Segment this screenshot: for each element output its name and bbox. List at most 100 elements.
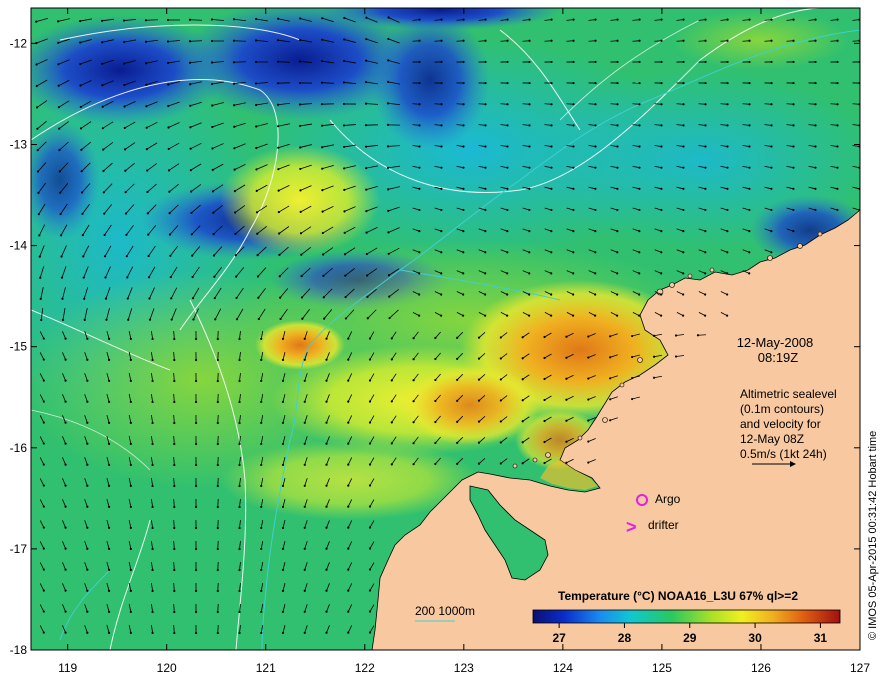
velocity-arrow-head-icon [543, 377, 546, 381]
velocity-arrow-head-icon [770, 208, 773, 212]
velocity-arrow-head-icon [299, 189, 302, 192]
velocity-arrow-head-icon [129, 337, 132, 341]
velocity-arrow-head-icon [129, 421, 132, 425]
velocity-arrow-head-icon [86, 463, 89, 466]
lon-tick-label: 124 [553, 661, 573, 675]
velocity-arrow-head-icon [320, 81, 324, 84]
velocity-arrow-head-icon [42, 358, 45, 361]
velocity-arrow-head-icon [151, 547, 154, 551]
velocity-arrow-head-icon [528, 39, 531, 42]
velocity-arrow-head-icon [550, 208, 553, 212]
velocity-arrow-head-icon [107, 400, 111, 403]
velocity-arrow-head-icon [550, 251, 553, 254]
velocity-arrow-head-icon [704, 103, 707, 106]
velocity-arrow-head-icon [64, 337, 67, 340]
velocity-arrow-head-icon [616, 187, 619, 190]
velocity-arrow-head-icon [194, 421, 198, 425]
velocity-arrow-head-icon [210, 82, 214, 86]
velocity-arrow-head-icon [770, 39, 773, 42]
velocity-arrow-head-icon [659, 314, 663, 317]
velocity-arrow-head-icon [368, 400, 372, 403]
velocity-arrow-head-icon [58, 170, 61, 173]
velocity-arrow-head-icon [303, 589, 306, 592]
velocity-arrow-head-icon [233, 168, 236, 171]
velocity-arrow-head-icon [39, 297, 42, 300]
velocity-arrow-head-icon [123, 62, 126, 65]
lat-tick-label: -12 [10, 36, 28, 50]
velocity-arrow-head-icon [101, 127, 105, 130]
velocity-arrow-head-icon [102, 169, 105, 173]
velocity-arrow-head-icon [521, 357, 524, 360]
velocity-arrow-head-icon [151, 400, 154, 404]
velocity-arrow-head-icon [260, 610, 263, 614]
velocity-arrow-head-icon [440, 124, 443, 127]
velocity-arrow-head-icon [477, 357, 481, 360]
velocity-arrow-head-icon [343, 253, 347, 256]
velocity-arrow-head-icon [173, 505, 176, 509]
velocity-arrow-head-icon [572, 39, 575, 42]
velocity-arrow-head-icon [151, 610, 154, 614]
velocity-arrow-icon [233, 40, 247, 42]
velocity-arrow-head-icon [342, 81, 346, 84]
velocity-arrow-head-icon [347, 484, 350, 487]
velocity-arrow-head-icon [484, 208, 487, 212]
velocity-arrow-head-icon [79, 105, 82, 109]
velocity-arrow-head-icon [674, 334, 678, 337]
velocity-arrow-head-icon [277, 125, 280, 128]
velocity-arrow-head-icon [528, 166, 531, 169]
velocity-arrow-head-icon [387, 252, 390, 255]
velocity-arrow-head-icon [173, 547, 176, 551]
velocity-arrow-head-icon [347, 400, 350, 403]
velocity-arrow-head-icon [682, 39, 685, 42]
velocity-arrow-head-icon [587, 461, 590, 464]
velocity-arrow-head-icon [365, 38, 368, 41]
velocity-arrow-head-icon [86, 484, 89, 487]
velocity-arrow-head-icon [216, 421, 219, 425]
velocity-arrow-head-icon [418, 293, 421, 296]
velocity-arrow-head-icon [168, 190, 171, 193]
velocity-arrow-head-icon [216, 589, 219, 593]
velocity-arrow-head-icon [638, 272, 641, 275]
velocity-arrow-head-icon [190, 233, 193, 236]
velocity-arrow-head-icon [521, 378, 524, 381]
velocity-arrow-head-icon [60, 276, 64, 279]
velocity-arrow-head-icon [748, 187, 751, 190]
velocity-arrow-head-icon [64, 568, 67, 571]
velocity-arrow-head-icon [726, 39, 729, 42]
velocity-arrow-head-icon [168, 212, 171, 215]
velocity-arrow-head-icon [462, 166, 465, 169]
velocity-arrow-head-icon [572, 60, 575, 64]
altimetry-line-4: 12-May 08Z [740, 432, 804, 446]
velocity-arrow-head-icon [543, 440, 546, 444]
velocity-arrow-head-icon [440, 272, 443, 275]
velocity-arrow-head-icon [194, 463, 198, 467]
velocity-arrow-head-icon [257, 296, 260, 299]
velocity-arrow-head-icon [343, 188, 346, 192]
velocity-arrow-head-icon [86, 337, 89, 340]
velocity-arrow-head-icon [194, 568, 198, 572]
velocity-arrow-head-icon [703, 314, 707, 317]
velocity-arrow-head-icon [342, 59, 346, 63]
velocity-arrow-head-icon [660, 145, 663, 148]
velocity-arrow-head-icon [325, 358, 328, 361]
velocity-arrow-head-icon [528, 251, 531, 254]
velocity-arrow-head-icon [388, 295, 391, 298]
velocity-arrow-head-icon [124, 212, 128, 215]
velocity-arrow-head-icon [748, 81, 751, 85]
velocity-arrow-head-icon [103, 212, 106, 215]
velocity-arrow-head-icon [238, 505, 241, 509]
velocity-arrow-head-icon [412, 442, 415, 445]
velocity-arrow-head-icon [770, 81, 773, 85]
velocity-arrow-head-icon [129, 589, 132, 593]
velocity-arrow-head-icon [260, 547, 263, 551]
velocity-arrow-head-icon [343, 167, 346, 170]
velocity-arrow-head-icon [320, 124, 324, 127]
velocity-arrow-head-icon [167, 126, 170, 129]
velocity-arrow-head-icon [616, 124, 619, 127]
lat-tick-label: -16 [10, 441, 28, 455]
velocity-arrow-head-icon [210, 18, 214, 21]
velocity-arrow-head-icon [506, 208, 509, 212]
velocity-arrow-head-icon [298, 60, 302, 63]
velocity-arrow-head-icon [565, 377, 568, 380]
velocity-arrow-head-icon [792, 124, 795, 127]
